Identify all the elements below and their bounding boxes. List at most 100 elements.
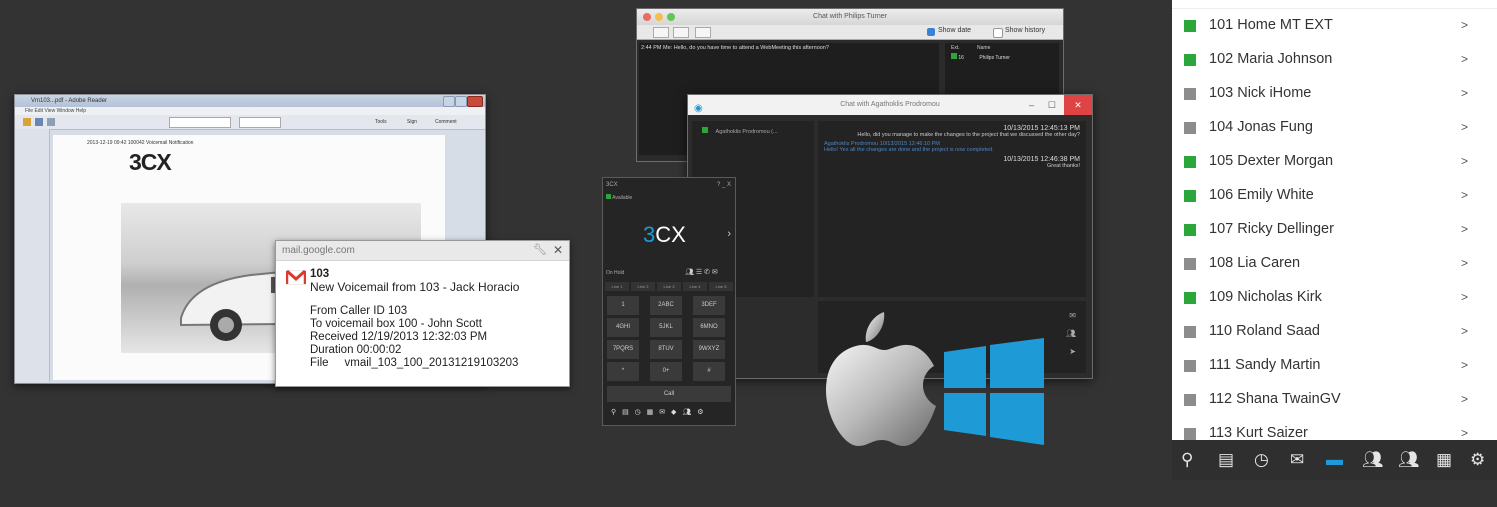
email-icon[interactable]: ✉ bbox=[1069, 311, 1076, 320]
minimize-icon[interactable]: – bbox=[1029, 95, 1034, 115]
line-button[interactable]: Line 5 bbox=[709, 282, 733, 291]
chevron-right-icon[interactable]: › bbox=[727, 228, 731, 240]
line-button[interactable]: Line 3 bbox=[657, 282, 681, 291]
call-button[interactable]: Call bbox=[607, 386, 731, 402]
pdf-menu-bar[interactable]: File Edit View Window Help bbox=[15, 107, 485, 115]
chat-icon[interactable]: ▬ bbox=[1326, 450, 1343, 470]
close-button[interactable] bbox=[467, 96, 483, 107]
close-icon[interactable]: ✕ bbox=[553, 241, 563, 260]
page-number-field[interactable] bbox=[169, 117, 231, 128]
phone-tool-icons[interactable]: 👥︎ ☰ ✆ ✉ bbox=[685, 268, 718, 276]
maximize-button[interactable] bbox=[455, 96, 467, 107]
minimize-button[interactable] bbox=[443, 96, 455, 107]
dial-key-hash[interactable]: # bbox=[693, 362, 725, 381]
add-participant-icon[interactable] bbox=[695, 27, 711, 38]
notification-line: Received 12/19/2013 12:32:03 PM bbox=[310, 331, 488, 343]
save-icon[interactable] bbox=[35, 118, 43, 126]
history-icon[interactable]: ◷ bbox=[1254, 450, 1269, 470]
status-icon bbox=[1184, 326, 1196, 338]
chevron-right-icon[interactable]: > bbox=[1461, 154, 1468, 168]
contact-row[interactable]: 103 Nick iHome > bbox=[1172, 77, 1497, 111]
participant-row[interactable]: Agathoklis Prodromou (... bbox=[692, 121, 814, 141]
conference-icon[interactable]: 👥︎ bbox=[1362, 450, 1384, 470]
open-icon[interactable] bbox=[23, 118, 31, 126]
print-icon[interactable] bbox=[47, 118, 55, 126]
group-icon[interactable]: 👥︎ bbox=[1066, 329, 1076, 338]
phone-window-controls[interactable]: ? _ X bbox=[717, 178, 731, 192]
chevron-right-icon[interactable]: > bbox=[1461, 222, 1468, 236]
contact-row[interactable]: 110 Roland Saad > bbox=[1172, 315, 1497, 349]
dial-key-4[interactable]: 4GHI bbox=[607, 318, 639, 337]
group-icon[interactable] bbox=[673, 27, 689, 38]
dial-key-8[interactable]: 8TUV bbox=[650, 340, 682, 359]
settings-icon[interactable]: ⚙ bbox=[1470, 450, 1485, 470]
status-icon bbox=[702, 127, 708, 133]
phone-title: 3CX bbox=[606, 182, 618, 188]
contact-row[interactable]: 104 Jonas Fung > bbox=[1172, 111, 1497, 145]
dial-key-1[interactable]: 1 bbox=[607, 296, 639, 315]
sign-button[interactable]: Sign bbox=[407, 115, 417, 129]
contact-row[interactable]: 107 Ricky Dellinger > bbox=[1172, 213, 1497, 247]
chevron-right-icon[interactable]: > bbox=[1461, 426, 1468, 440]
notification-line: To voicemail box 100 - John Scott bbox=[310, 318, 482, 330]
phone-bottom-icons[interactable]: ⚲ ▤ ◷ ▦ ✉ ◆ 👥︎ ⚙ bbox=[611, 408, 706, 416]
close-dot-icon[interactable] bbox=[643, 13, 651, 21]
windows-title-bar: ◉ Chat with Agathoklis Prodromou – ☐ ✕ bbox=[688, 95, 1092, 115]
chevron-right-icon[interactable]: > bbox=[1461, 120, 1468, 134]
phonebook-icon[interactable]: ▤ bbox=[1218, 450, 1234, 470]
switchboard-icon[interactable]: ▦ bbox=[1436, 450, 1452, 470]
chevron-right-icon[interactable]: > bbox=[1461, 18, 1468, 32]
ext-column-header[interactable]: Ext. bbox=[951, 45, 960, 51]
contact-row[interactable]: 109 Nicholas Kirk > bbox=[1172, 281, 1497, 315]
contact-row[interactable]: 102 Maria Johnson > bbox=[1172, 43, 1497, 77]
contact-row[interactable]: 111 Sandy Martin > bbox=[1172, 349, 1497, 383]
contact-row[interactable]: 105 Dexter Morgan > bbox=[1172, 145, 1497, 179]
maximize-icon[interactable]: ☐ bbox=[1048, 95, 1056, 115]
chevron-right-icon[interactable]: > bbox=[1461, 290, 1468, 304]
chevron-right-icon[interactable]: > bbox=[1461, 358, 1468, 372]
chevron-right-icon[interactable]: > bbox=[1461, 324, 1468, 338]
contact-row[interactable]: 101 Home MT EXT > bbox=[1172, 9, 1497, 43]
dial-key-6[interactable]: 6MNO bbox=[693, 318, 725, 337]
contact-icon[interactable] bbox=[653, 27, 669, 38]
settings-wrench-icon[interactable]: 🔧︎ bbox=[533, 241, 547, 260]
contact-row[interactable]: 108 Lia Caren > bbox=[1172, 247, 1497, 281]
dial-key-star[interactable]: * bbox=[607, 362, 639, 381]
zoom-field[interactable] bbox=[239, 117, 281, 128]
show-date-checkbox[interactable] bbox=[927, 28, 935, 36]
chevron-right-icon[interactable]: > bbox=[1461, 392, 1468, 406]
line-button[interactable]: Line 1 bbox=[605, 282, 629, 291]
contact-row[interactable]: 112 Shana TwainGV > bbox=[1172, 383, 1497, 417]
voicemail-notification[interactable]: mail.google.com 🔧︎ ✕ 103 New Voicemail f… bbox=[275, 240, 570, 387]
message-time: 10/13/2015 12:45:13 PM bbox=[1003, 125, 1080, 132]
contact-name: 109 Nicholas Kirk bbox=[1209, 289, 1322, 305]
dial-key-3[interactable]: 3DEF bbox=[693, 296, 725, 315]
dial-key-2[interactable]: 2ABC bbox=[650, 296, 682, 315]
minimize-dot-icon[interactable] bbox=[655, 13, 663, 21]
dial-key-7[interactable]: 7PQRS bbox=[607, 340, 639, 359]
zoom-dot-icon[interactable] bbox=[667, 13, 675, 21]
tools-button[interactable]: Tools bbox=[375, 115, 387, 129]
contact-row[interactable]: 106 Emily White > bbox=[1172, 179, 1497, 213]
close-button[interactable]: ✕ bbox=[1064, 95, 1092, 115]
line-button[interactable]: Line 4 bbox=[683, 282, 707, 291]
group-icon[interactable]: 👥︎ bbox=[1398, 450, 1420, 470]
status-icon bbox=[1184, 156, 1196, 168]
status-selector[interactable]: Available bbox=[603, 192, 735, 204]
send-icon[interactable]: ➤ bbox=[1069, 347, 1076, 356]
chevron-right-icon[interactable]: > bbox=[1461, 86, 1468, 100]
voicemail-icon[interactable]: ✉ bbox=[1290, 450, 1304, 470]
show-history-checkbox[interactable] bbox=[993, 28, 1003, 38]
contact-name: 112 Shana TwainGV bbox=[1209, 391, 1341, 407]
dial-key-0[interactable]: 0+ bbox=[650, 362, 682, 381]
name-column-header[interactable]: Name bbox=[977, 45, 990, 51]
comment-button[interactable]: Comment bbox=[435, 115, 457, 129]
presence-icon[interactable]: ⚲ bbox=[1181, 450, 1193, 470]
chevron-right-icon[interactable]: > bbox=[1461, 188, 1468, 202]
dial-key-9[interactable]: 9WXYZ bbox=[693, 340, 725, 359]
dial-key-5[interactable]: 5JKL bbox=[650, 318, 682, 337]
chevron-right-icon[interactable]: > bbox=[1461, 256, 1468, 270]
line-button[interactable]: Line 2 bbox=[631, 282, 655, 291]
chevron-right-icon[interactable]: > bbox=[1461, 52, 1468, 66]
participant-row[interactable]: 16 Philips Turner bbox=[945, 53, 1059, 61]
